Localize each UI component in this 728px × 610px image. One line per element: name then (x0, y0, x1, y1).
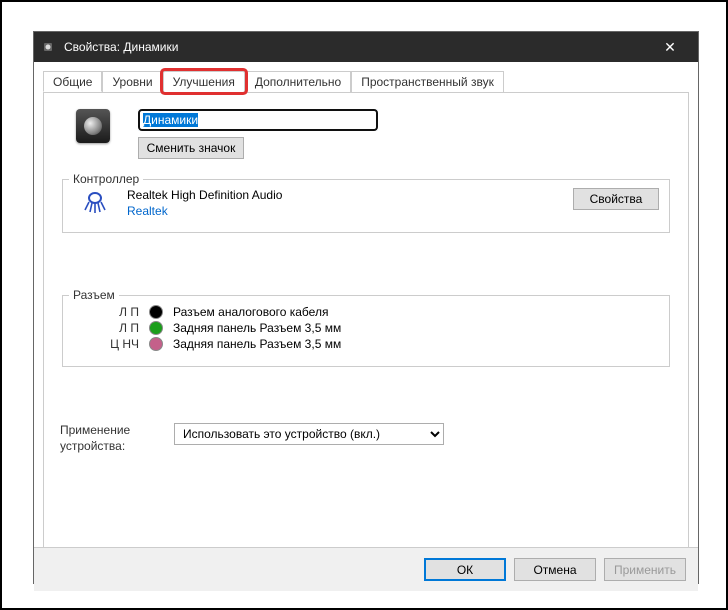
jack-row-label: Л П (73, 305, 139, 319)
titlebar: Свойства: Динамики ✕ (34, 32, 698, 62)
tab-general[interactable]: Общие (43, 71, 102, 92)
realtek-icon (81, 188, 109, 216)
tab-enhancements[interactable]: Улучшения (163, 71, 245, 92)
jack-color-dot (149, 321, 163, 335)
jack-row-label: Ц НЧ (73, 337, 139, 351)
jack-row-desc: Задняя панель Разъем 3,5 мм (173, 337, 341, 351)
jack-row: Ц НЧ Задняя панель Разъем 3,5 мм (73, 336, 659, 352)
ok-button[interactable]: ОК (424, 558, 506, 581)
jack-group: Разъем Л П Разъем аналогового кабеля Л П… (62, 295, 670, 367)
jack-row: Л П Задняя панель Разъем 3,5 мм (73, 320, 659, 336)
device-name-input[interactable] (138, 109, 378, 131)
window-title: Свойства: Динамики (64, 40, 650, 54)
change-icon-button[interactable]: Сменить значок (138, 137, 244, 159)
jack-row-desc: Задняя панель Разъем 3,5 мм (173, 321, 341, 335)
jack-legend: Разъем (69, 288, 119, 302)
dialog-button-bar: ОК Отмена Применить (34, 547, 698, 591)
tabs: Общие Уровни Улучшения Дополнительно Про… (34, 70, 698, 92)
usage-select[interactable]: Использовать это устройство (вкл.) (174, 423, 444, 445)
properties-dialog: Свойства: Динамики ✕ Общие Уровни Улучше… (33, 31, 699, 584)
cancel-button[interactable]: Отмена (514, 558, 596, 581)
tab-advanced[interactable]: Дополнительно (245, 71, 351, 92)
tab-levels[interactable]: Уровни (102, 71, 162, 92)
tab-spatial[interactable]: Пространственный звук (351, 71, 504, 92)
jack-row-desc: Разъем аналогового кабеля (173, 305, 328, 319)
controller-legend: Контроллер (69, 172, 143, 186)
controller-vendor-link[interactable]: Realtek (127, 204, 555, 218)
speaker-icon (76, 109, 110, 143)
jack-color-dot (149, 337, 163, 351)
usage-label: Применение устройства: (60, 423, 152, 454)
window-icon (42, 39, 58, 55)
apply-button[interactable]: Применить (604, 558, 686, 581)
controller-properties-button[interactable]: Свойства (573, 188, 659, 210)
jack-row-label: Л П (73, 321, 139, 335)
jack-row: Л П Разъем аналогового кабеля (73, 304, 659, 320)
jack-color-dot (149, 305, 163, 319)
controller-group: Контроллер Realtek High Definition Audio… (62, 179, 670, 233)
controller-name: Realtek High Definition Audio (127, 188, 555, 202)
close-button[interactable]: ✕ (650, 32, 690, 62)
tab-panel-general: Сменить значок Контроллер Realte (43, 92, 689, 562)
